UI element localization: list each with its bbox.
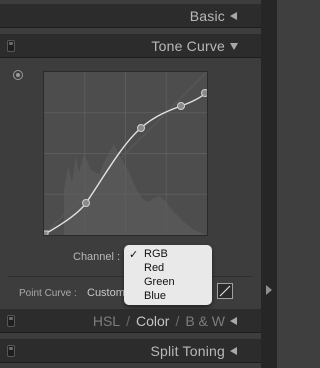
- hsl-color-bw-tabs: HSL / Color / B & W: [93, 313, 225, 329]
- target-adjustment-icon[interactable]: [13, 70, 23, 80]
- histogram: [64, 144, 207, 235]
- tab-color[interactable]: Color: [136, 313, 169, 329]
- tab-separator: /: [175, 313, 180, 329]
- panel-toggle-switch[interactable]: [7, 40, 15, 52]
- point-curve-label: Point Curve :: [19, 288, 77, 299]
- diagonal-line-icon: [219, 285, 231, 297]
- tab-separator: /: [126, 313, 130, 329]
- linear-curve-button[interactable]: [217, 283, 233, 299]
- tone-curve-svg[interactable]: [44, 72, 207, 235]
- channel-label: Channel :: [73, 251, 121, 263]
- develop-panel: Basic Tone Curve Channel: Point Curve:…: [0, 0, 261, 368]
- triangle-left-icon[interactable]: [230, 347, 237, 355]
- channel-option-blue[interactable]: Blue: [144, 290, 166, 302]
- checkmark-icon: ✓: [129, 249, 139, 261]
- point-curve-select[interactable]: Custom: [87, 287, 125, 299]
- channel-option-red[interactable]: Red: [144, 262, 164, 274]
- tab-bw[interactable]: B & W: [185, 313, 225, 329]
- tone-curve-graph[interactable]: [43, 71, 208, 236]
- basic-panel-title: Basic: [189, 8, 225, 24]
- tone-curve-panel-title: Tone Curve: [151, 38, 225, 54]
- curve-point-3: [177, 102, 185, 110]
- basic-panel-header[interactable]: Basic: [0, 4, 261, 28]
- tab-hsl[interactable]: HSL: [93, 313, 120, 329]
- curve-point-2: [137, 124, 145, 132]
- panel-toggle-switch[interactable]: [7, 315, 15, 327]
- triangle-left-icon[interactable]: [230, 12, 237, 20]
- split-toning-panel-header[interactable]: Split Toning: [0, 339, 261, 363]
- triangle-down-icon[interactable]: [230, 43, 238, 50]
- channel-dropdown-menu[interactable]: ✓ RGB Red Green Blue: [124, 245, 212, 305]
- arrow-right-icon[interactable]: [266, 285, 272, 295]
- tone-curve-panel-header[interactable]: Tone Curve: [0, 34, 261, 58]
- channel-option-green[interactable]: Green: [144, 276, 175, 288]
- hsl-panel-header[interactable]: HSL / Color / B & W: [0, 309, 261, 333]
- right-panel-edge: [261, 0, 277, 368]
- channel-option-rgb[interactable]: RGB: [144, 248, 168, 260]
- split-toning-panel-title: Split Toning: [150, 343, 225, 359]
- triangle-left-icon[interactable]: [230, 317, 237, 325]
- panel-toggle-switch[interactable]: [7, 345, 15, 357]
- curve-point-1: [82, 199, 90, 207]
- curve-endpoint-low: [44, 230, 49, 235]
- curve-point-4: [201, 89, 207, 97]
